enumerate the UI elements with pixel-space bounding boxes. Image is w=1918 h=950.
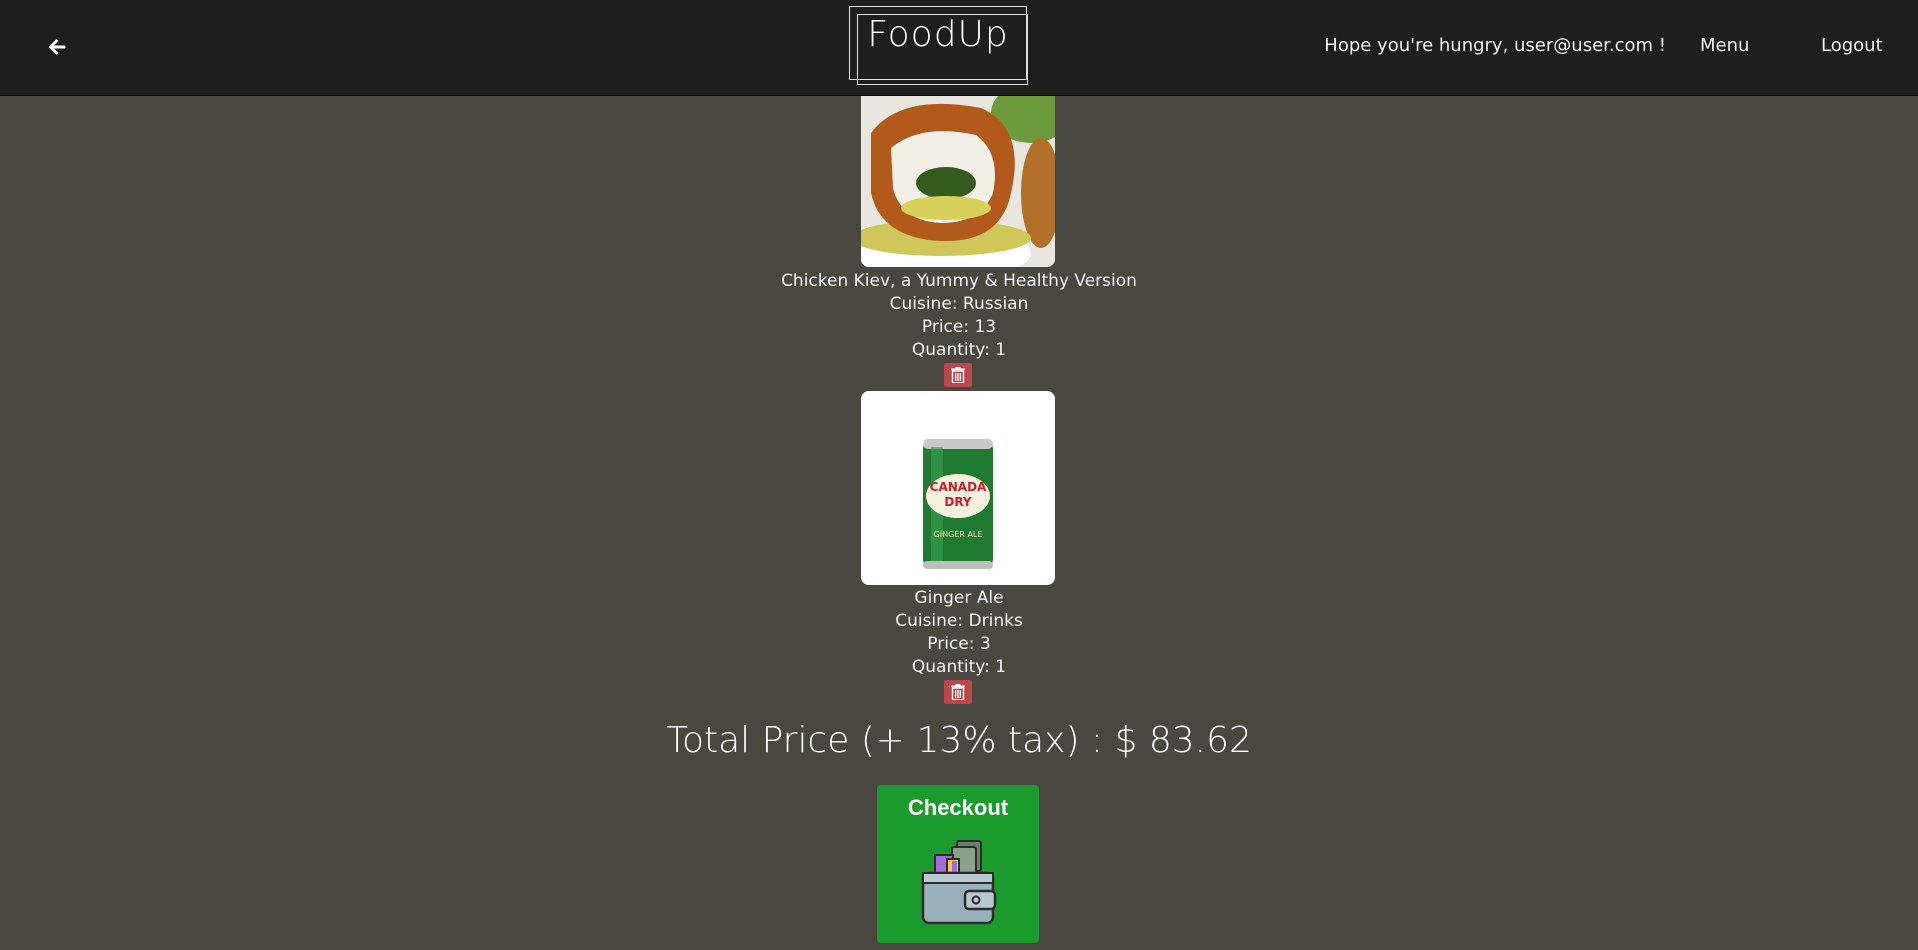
- trash-icon: [951, 367, 965, 383]
- total-price: Total Price (+ 13% tax) : $ 83.62: [666, 720, 1252, 761]
- top-navbar: FoodUp Hope you're hungry, user@user.com…: [0, 0, 1918, 96]
- trash-icon: [951, 684, 965, 700]
- item-image-ginger-ale: CANADA DRY GINGER ALE: [861, 391, 1055, 585]
- item-quantity: Quantity: 1: [911, 340, 1007, 360]
- arrow-left-icon: [49, 39, 66, 55]
- item-cuisine: Cuisine: Russian: [889, 294, 1029, 314]
- nav-logout-link[interactable]: Logout: [1821, 35, 1883, 56]
- item-image-chicken-kiev: [861, 73, 1055, 267]
- greeting-text: Hope you're hungry, user@user.com !: [1324, 35, 1666, 56]
- nav-menu-link[interactable]: Menu: [1700, 35, 1749, 56]
- checkout-label: Checkout: [907, 795, 1009, 820]
- svg-text:GINGER ALE: GINGER ALE: [934, 530, 983, 539]
- delete-item-button[interactable]: [944, 363, 972, 387]
- wallet-icon: [919, 839, 999, 933]
- checkout-button[interactable]: Checkout: [877, 785, 1039, 943]
- svg-text:DRY: DRY: [944, 495, 972, 509]
- logo[interactable]: FoodUp: [849, 14, 1027, 55]
- item-quantity: Quantity: 1: [911, 657, 1007, 677]
- item-price: Price: 3: [927, 634, 991, 654]
- back-button[interactable]: [40, 30, 74, 64]
- item-price: Price: 13: [921, 317, 997, 337]
- item-name: Ginger Ale: [914, 588, 1004, 608]
- item-name: Chicken Kiev, a Yummy & Healthy Version: [781, 271, 1137, 291]
- delete-item-button[interactable]: [944, 680, 972, 704]
- svg-text:CANADA: CANADA: [930, 480, 987, 494]
- item-cuisine: Cuisine: Drinks: [895, 611, 1023, 631]
- cart-page: Chicken Kiev, a Yummy & Healthy Version …: [0, 0, 1918, 950]
